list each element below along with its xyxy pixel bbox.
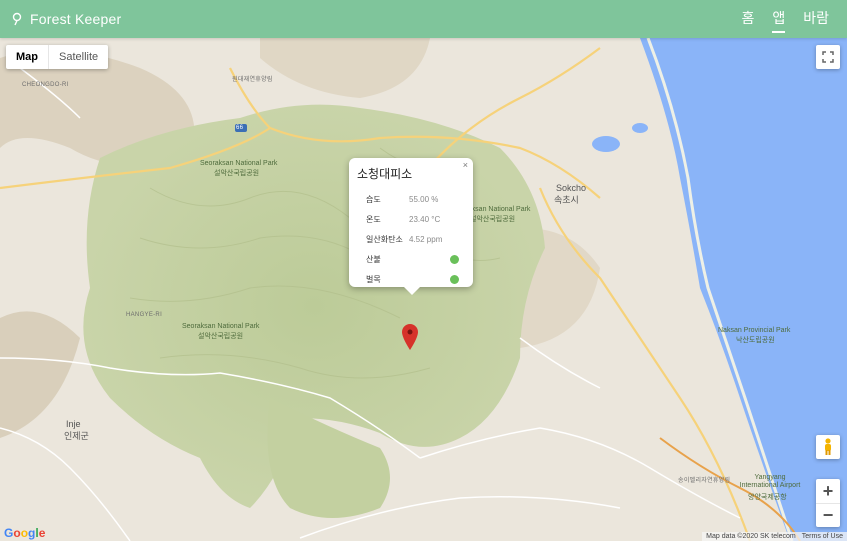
- map-terrain: [0, 38, 847, 541]
- location-pin-icon[interactable]: [402, 324, 418, 350]
- wildfire-label: 산불: [366, 254, 381, 264]
- map-canvas[interactable]: 원대재연휴양림 CHEONGDO-RI 66 Seoraksan Nationa…: [0, 38, 847, 541]
- google-logo[interactable]: Google: [4, 526, 45, 540]
- street-view-button[interactable]: [816, 435, 840, 459]
- leaf-icon: [12, 12, 22, 26]
- map-type-map-button[interactable]: Map: [6, 45, 48, 69]
- route-label: 66: [236, 125, 244, 131]
- zoom-in-button[interactable]: +: [816, 479, 840, 503]
- map-data-credit: Map data ©2020 SK telecom: [706, 533, 796, 540]
- co-row: 일산화탄소 4.52 ppm: [357, 229, 465, 249]
- info-title: 소청대피소: [357, 167, 413, 181]
- fullscreen-button[interactable]: [816, 45, 840, 69]
- map-type-satellite-button[interactable]: Satellite: [48, 45, 108, 69]
- zoom-control: + −: [816, 479, 840, 527]
- park-label: 설악산국립공원: [214, 170, 260, 177]
- park-label: Seoraksan National Park: [200, 160, 278, 167]
- brand[interactable]: Forest Keeper: [10, 11, 121, 27]
- city-label: Sokcho: [556, 183, 587, 193]
- shelter-info-window: × 소청대피소 습도 55.00 % 온도 23.40 °C 일산화탄소 4.5…: [349, 158, 473, 295]
- logging-status-indicator: [450, 274, 459, 284]
- park-label: 낙산도립공원: [736, 337, 775, 344]
- temperature-label: 온도: [366, 214, 381, 224]
- brand-name: Forest Keeper: [30, 11, 122, 27]
- airport-label: Yangyang International Airport: [739, 474, 801, 489]
- zoom-out-button[interactable]: −: [816, 503, 840, 527]
- humidity-value: 55.00 %: [409, 194, 439, 204]
- logging-row: 벌목: [357, 269, 465, 289]
- temperature-row: 온도 23.40 °C: [357, 209, 465, 229]
- nav-home[interactable]: 홈: [741, 8, 754, 31]
- park-label: Seoraksan National Park: [182, 323, 260, 330]
- airport-label: 양양국제공항: [748, 494, 787, 501]
- co-value: 4.52 ppm: [409, 234, 443, 244]
- humidity-label: 습도: [366, 194, 381, 204]
- place-label: 원대재연휴양림: [232, 77, 273, 83]
- terms-link[interactable]: Terms of Use: [802, 533, 843, 540]
- fullscreen-icon: [822, 51, 834, 63]
- humidity-row: 습도 55.00 %: [357, 189, 465, 209]
- place-label: CHEONGDO-RI: [22, 82, 69, 88]
- top-nav: 홈 앱 바람: [723, 8, 829, 33]
- temperature-value: 23.40 °C: [409, 214, 441, 224]
- map-type-control: Map Satellite: [6, 45, 109, 69]
- place-label: HANGYE-RI: [126, 312, 163, 318]
- info-close-button[interactable]: ×: [463, 160, 468, 170]
- co-label: 일산화탄소: [366, 234, 403, 244]
- pegman-icon: [825, 438, 831, 455]
- nav-wind[interactable]: 바람: [803, 8, 829, 31]
- city-label: Inje: [66, 419, 81, 429]
- wildfire-status-indicator: [450, 254, 459, 264]
- city-label: 속초시: [554, 195, 579, 205]
- app-header: Forest Keeper 홈 앱 바람: [0, 0, 847, 38]
- place-label: 송이벨리자연휴양림: [678, 478, 731, 484]
- logging-label: 벌목: [366, 274, 381, 284]
- park-label: Naksan Provincial Park: [718, 327, 791, 334]
- nav-app[interactable]: 앱: [772, 8, 785, 33]
- map-attribution: Map data ©2020 SK telecom Terms of Use: [702, 532, 847, 541]
- park-label: 설악산국립공원: [198, 333, 244, 340]
- park-label: 설악산국립공원: [470, 216, 516, 223]
- wildfire-row: 산불: [357, 249, 465, 269]
- city-label: 인제군: [64, 431, 89, 441]
